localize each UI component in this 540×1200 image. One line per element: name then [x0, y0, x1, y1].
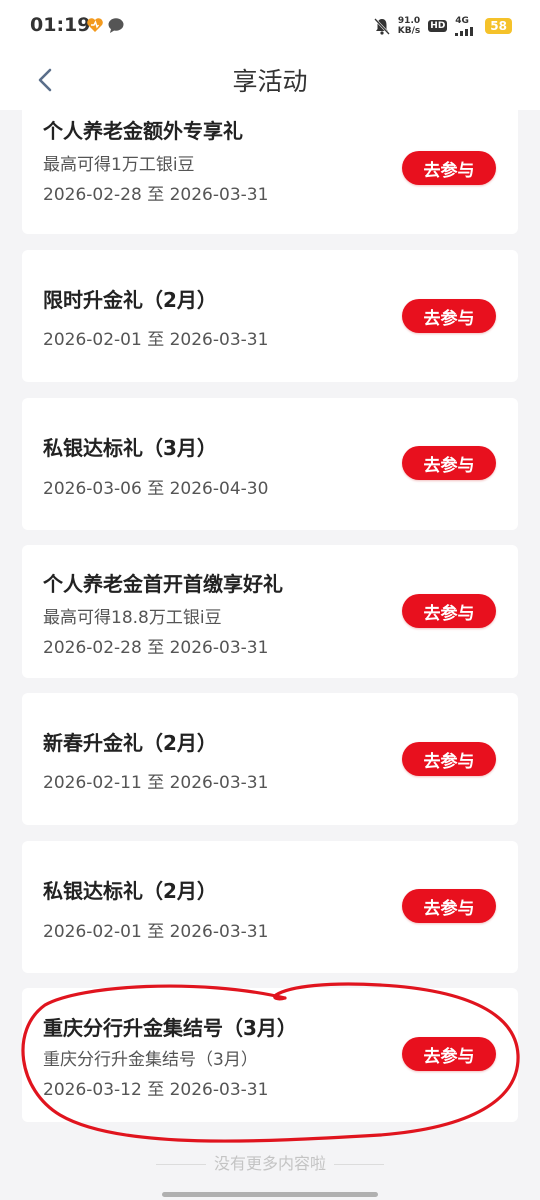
activity-subtitle: 最高可得18.8万工银i豆 [43, 608, 222, 628]
activity-card[interactable]: 个人养老金首开首缴享好礼 最高可得18.8万工银i豆 2026-02-28 至 … [22, 545, 518, 678]
network-type: 4G [455, 15, 469, 26]
activity-title: 限时升金礼（2月） [43, 288, 217, 312]
activity-date-range: 2026-02-01 至 2026-03-31 [43, 330, 269, 350]
chat-notification-icon [108, 18, 124, 33]
home-indicator[interactable] [162, 1192, 378, 1197]
activity-card[interactable]: 重庆分行升金集结号（3月） 重庆分行升金集结号（3月） 2026-03-12 至… [22, 988, 518, 1122]
list-end-footer: 没有更多内容啦 [0, 1150, 540, 1174]
activity-title: 私银达标礼（3月） [43, 436, 217, 460]
join-button[interactable]: 去参与 [402, 446, 496, 480]
join-button[interactable]: 去参与 [402, 889, 496, 923]
activity-date-range: 2026-02-28 至 2026-03-31 [43, 638, 269, 658]
network-speed-value: 91.0 [397, 16, 421, 26]
activity-date-range: 2026-03-12 至 2026-03-31 [43, 1080, 269, 1100]
network-speed-unit: KB/s [397, 26, 421, 36]
join-button[interactable]: 去参与 [402, 594, 496, 628]
join-button[interactable]: 去参与 [402, 742, 496, 776]
join-button[interactable]: 去参与 [402, 299, 496, 333]
activity-subtitle: 最高可得1万工银i豆 [43, 155, 195, 175]
activity-date-range: 2026-02-28 至 2026-03-31 [43, 185, 269, 205]
status-bar: 01:19 91.0 KB/s HD 4G 58 [0, 0, 540, 52]
join-button[interactable]: 去参与 [402, 1037, 496, 1071]
activity-date-range: 2026-03-06 至 2026-04-30 [43, 479, 269, 499]
hd-badge: HD [428, 20, 448, 32]
status-time: 01:19 [30, 14, 91, 36]
activity-subtitle: 重庆分行升金集结号（3月） [43, 1050, 258, 1070]
activity-title: 重庆分行升金集结号（3月） [43, 1016, 297, 1040]
activity-card[interactable]: 私银达标礼（3月） 2026-03-06 至 2026-04-30 去参与 [22, 398, 518, 530]
network-speed: 91.0 KB/s [398, 16, 420, 36]
status-indicators: 91.0 KB/s HD 4G 58 [373, 14, 512, 38]
signal-indicator: 4G [455, 15, 477, 36]
activity-card[interactable]: 个人养老金额外专享礼 最高可得1万工银i豆 2026-02-28 至 2026-… [22, 100, 518, 234]
no-more-content-text: 没有更多内容啦 [213, 1154, 326, 1173]
page-title: 享活动 [232, 67, 308, 96]
activity-title: 个人养老金首开首缴享好礼 [43, 572, 283, 596]
battery-indicator: 58 [485, 18, 512, 34]
activity-card[interactable]: 新春升金礼（2月） 2026-02-11 至 2026-03-31 去参与 [22, 693, 518, 825]
activity-title: 个人养老金额外专享礼 [43, 119, 243, 143]
activity-date-range: 2026-02-11 至 2026-03-31 [43, 773, 269, 793]
signal-icon [455, 26, 474, 36]
divider-line [155, 1164, 206, 1165]
join-button[interactable]: 去参与 [402, 151, 496, 185]
activity-date-range: 2026-02-01 至 2026-03-31 [43, 922, 269, 942]
heart-app-icon [87, 18, 103, 32]
activity-title: 私银达标礼（2月） [43, 879, 217, 903]
divider-line [334, 1164, 384, 1165]
activity-card[interactable]: 限时升金礼（2月） 2026-02-01 至 2026-03-31 去参与 [22, 250, 518, 382]
activity-card[interactable]: 私银达标礼（2月） 2026-02-01 至 2026-03-31 去参与 [22, 841, 518, 973]
activity-title: 新春升金礼（2月） [43, 731, 217, 755]
mute-bell-icon [373, 18, 390, 35]
